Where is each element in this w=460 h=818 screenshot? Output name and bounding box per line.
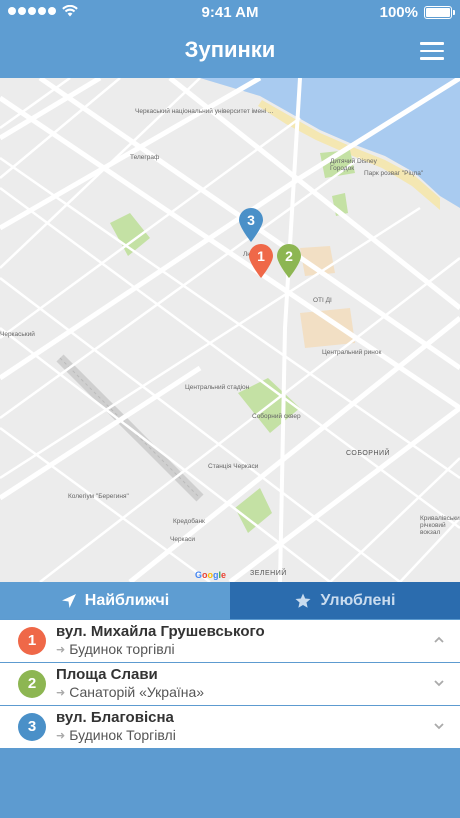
stop-title: вул. Благовісна	[56, 709, 174, 726]
location-arrow-icon	[61, 593, 76, 608]
battery-area: 100%	[379, 4, 455, 21]
nav-bar: Зупинки	[0, 26, 460, 78]
tab-bar: Найближчі Улюблені	[0, 582, 460, 619]
star-icon	[295, 593, 311, 608]
chevron-up-icon[interactable]	[433, 634, 445, 646]
map-view[interactable]: Черкаський національний університет імен…	[0, 78, 460, 582]
status-bar: 9:41 AM 100%	[0, 0, 460, 26]
map-label-left: Черкаський	[0, 331, 35, 338]
map-pin-2[interactable]: 2	[276, 244, 302, 278]
map-label-kolegium: Колегіум "Берегиня"	[68, 493, 129, 500]
map-label-river-station: Кривалівський річковий вокзал	[420, 515, 460, 536]
map-pin-1[interactable]: 1	[248, 244, 274, 278]
map-canvas	[0, 78, 460, 582]
map-label-station: Станція Черкаси	[208, 463, 259, 470]
map-label-sobornyi: СОБОРНИЙ	[346, 450, 391, 457]
map-label-central-market: Центральний ринок	[322, 349, 382, 356]
battery-icon	[424, 6, 455, 19]
map-label-sobornyi-square: Соборний сквер	[252, 413, 301, 420]
list-item[interactable]: 2 Площа Слави ➜ Санаторій «Україна»	[0, 663, 460, 705]
google-logo: Google	[195, 570, 227, 580]
map-label-university: Черкаський національний університет імен…	[135, 108, 274, 115]
chevron-down-icon[interactable]	[433, 677, 445, 689]
hamburger-icon[interactable]	[420, 42, 444, 62]
stop-title: вул. Михайла Грушевського	[56, 623, 265, 640]
stop-subtitle-text: Будинок торгівлі	[69, 641, 175, 657]
map-label-stadium: Центральний стадіон	[185, 384, 250, 391]
tab-nearest-label: Найближчі	[84, 591, 170, 609]
map-label-oti: ОТІ ДІ	[313, 297, 332, 304]
battery-percent: 100%	[379, 4, 418, 21]
chevron-down-icon[interactable]	[433, 720, 445, 732]
stop-subtitle: ➜ Будинок Торгівлі	[56, 727, 176, 743]
map-label-telegraph: Телеграф	[130, 154, 160, 161]
direction-arrow-icon: ➜	[56, 643, 66, 656]
map-label-cherkasy: Черкаси	[170, 536, 196, 543]
stop-number-badge: 3	[18, 713, 46, 741]
stop-number-badge: 1	[18, 627, 46, 655]
tab-favorites[interactable]: Улюблені	[230, 582, 460, 619]
tab-nearest[interactable]: Найближчі	[0, 582, 230, 619]
map-label-kredobank: Кредобанк	[173, 518, 205, 525]
stop-subtitle: ➜ Будинок торгівлі	[56, 641, 175, 657]
tab-favorites-label: Улюблені	[320, 591, 396, 609]
page-title: Зупинки	[184, 37, 276, 62]
stop-number-badge: 2	[18, 670, 46, 698]
stop-subtitle: ➜ Санаторій «Україна»	[56, 684, 204, 700]
direction-arrow-icon: ➜	[56, 686, 66, 699]
list-item[interactable]: 3 вул. Благовісна ➜ Будинок Торгівлі	[0, 706, 460, 748]
stop-subtitle-text: Санаторій «Україна»	[69, 684, 205, 700]
map-label-zelenyi: ЗЕЛЕНИЙ	[250, 570, 287, 577]
list-item[interactable]: 1 вул. Михайла Грушевського ➜ Будинок то…	[0, 620, 460, 662]
direction-arrow-icon: ➜	[56, 729, 66, 742]
stop-title: Площа Слави	[56, 666, 158, 683]
map-label-disney: Дитячий Disney Городок	[330, 158, 377, 172]
map-pin-3[interactable]: 3	[238, 208, 264, 242]
stop-subtitle-text: Будинок Торгівлі	[69, 727, 176, 743]
